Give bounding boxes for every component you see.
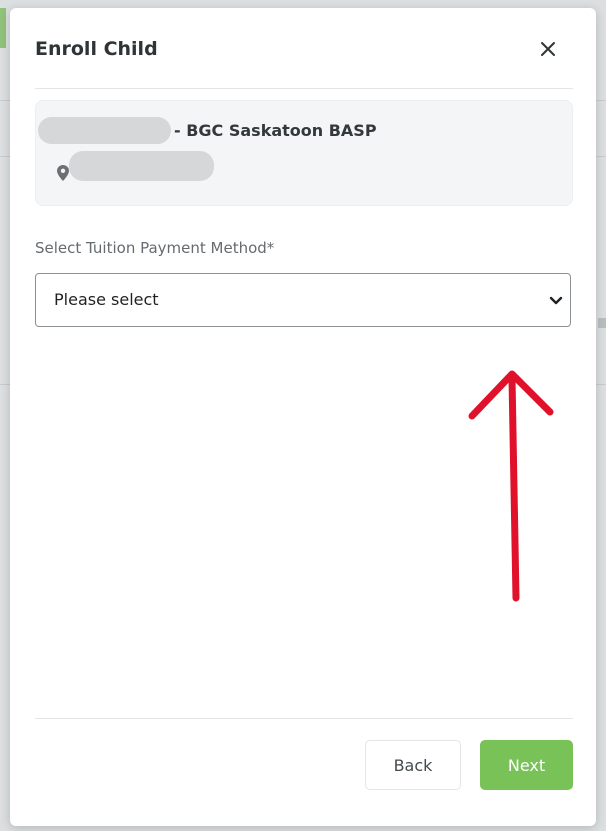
select-value: Please select <box>54 290 159 309</box>
next-button[interactable]: Next <box>480 740 573 790</box>
background-tab <box>0 8 6 48</box>
red-arrow-annotation <box>468 370 554 602</box>
footer-divider <box>35 718 573 719</box>
redacted-child-name <box>38 117 171 144</box>
background-fragment <box>598 318 606 328</box>
modal-title: Enroll Child <box>35 38 158 60</box>
program-name: - BGC Saskatoon BASP <box>174 121 377 140</box>
redacted-address <box>69 151 214 181</box>
map-pin-icon <box>57 165 69 181</box>
chevron-down-icon <box>549 296 563 305</box>
tuition-payment-select[interactable]: Please select <box>35 273 571 327</box>
program-card: - BGC Saskatoon BASP <box>35 100 573 206</box>
close-button[interactable] <box>533 34 563 64</box>
close-icon <box>541 42 555 56</box>
enroll-child-modal: Enroll Child - BGC Saskatoon BASP Select… <box>10 8 596 826</box>
tuition-payment-label: Select Tuition Payment Method* <box>35 239 275 257</box>
modal-header: Enroll Child <box>35 8 573 89</box>
back-button[interactable]: Back <box>365 740 461 790</box>
